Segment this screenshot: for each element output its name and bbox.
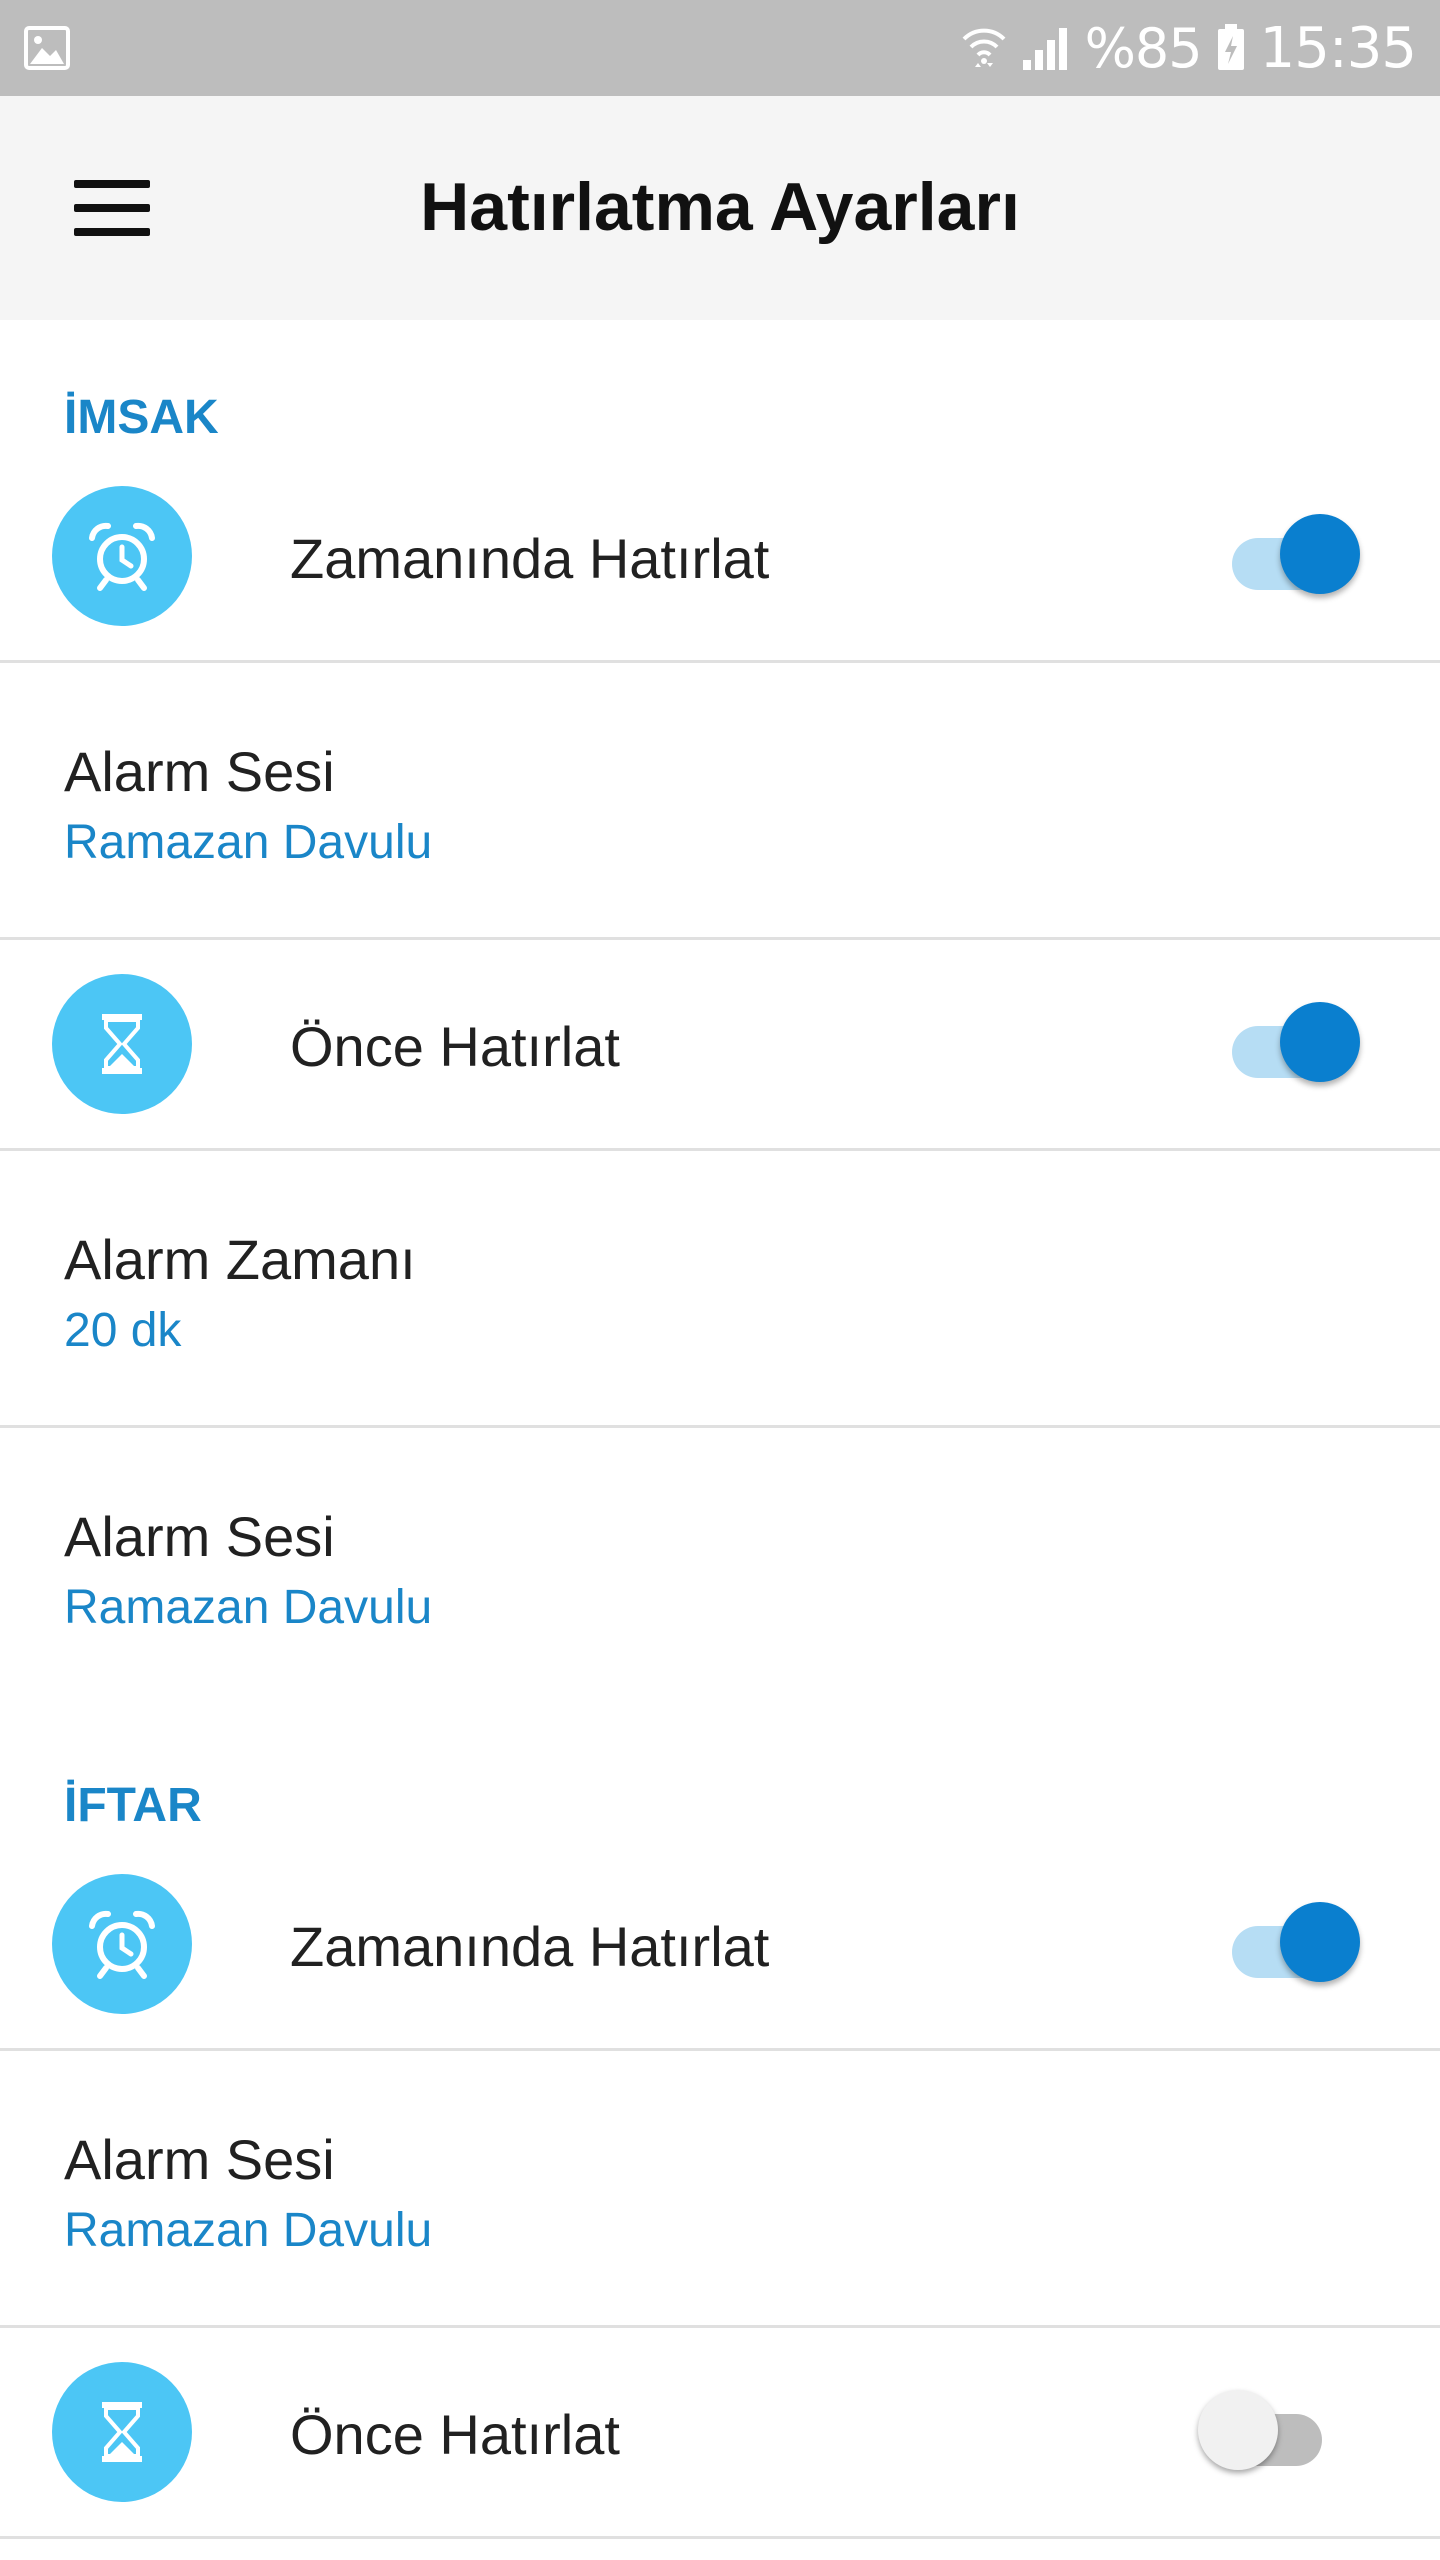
signal-icon [1022,28,1067,70]
imsak-alarm-sound-2-row[interactable]: Alarm Sesi Ramazan Davulu [0,1428,1440,1702]
imsak-before-toggle[interactable] [1226,1002,1370,1098]
before-label: Önce Hatırlat [290,2403,620,2466]
imsak-alarm-time-row[interactable]: Alarm Zamanı 20 dk [0,1151,1440,1425]
battery-percent: %85 [1084,16,1203,80]
iftar-before-toggle[interactable] [1198,2390,1370,2486]
alarm-sound-value: Ramazan Davulu [64,2204,433,2257]
page-title: Hatırlatma Ayarları [420,169,1020,245]
hourglass-icon [52,974,192,1114]
alarm-time-value: 20 dk [64,1304,182,1357]
imsak-before-row[interactable]: Önce Hatırlat [0,940,1440,1148]
iftar-alarm-sound-row[interactable]: Alarm Sesi Ramazan Davulu [0,2051,1440,2325]
hourglass-icon [52,2362,192,2502]
iftar-on-time-toggle[interactable] [1226,1902,1370,1998]
iftar-on-time-row[interactable]: Zamanında Hatırlat [0,1858,1440,2048]
imsak-on-time-row[interactable]: Zamanında Hatırlat [0,470,1440,660]
app-bar: Hatırlatma Ayarları [0,96,1440,320]
battery-icon [1217,24,1244,70]
clock-time: 15:35 [1259,15,1417,81]
alarm-sound-title: Alarm Sesi [64,740,335,803]
alarm-sound-title: Alarm Sesi [64,1505,335,1568]
imsak-on-time-toggle[interactable] [1226,514,1370,610]
alarm-clock-icon [52,1874,192,2014]
wifi-icon [962,28,1006,67]
imsak-alarm-sound-row[interactable]: Alarm Sesi Ramazan Davulu [0,663,1440,937]
status-bar: %85 15:35 [0,0,1440,96]
status-right: %85 15:35 [961,0,1417,96]
alarm-sound-value: Ramazan Davulu [64,816,433,869]
divider [0,2536,1440,2539]
alarm-time-title: Alarm Zamanı [64,1228,416,1291]
iftar-before-row[interactable]: Önce Hatırlat [0,2328,1440,2536]
alarm-clock-icon [52,486,192,626]
on-time-label: Zamanında Hatırlat [290,527,770,590]
gallery-icon [24,26,70,70]
alarm-sound-title: Alarm Sesi [64,2128,335,2191]
before-label: Önce Hatırlat [290,1015,620,1078]
section-header-iftar: İFTAR [64,1779,202,1832]
section-header-imsak: İMSAK [64,391,219,444]
on-time-label: Zamanında Hatırlat [290,1915,770,1978]
alarm-sound-value: Ramazan Davulu [64,1581,433,1634]
